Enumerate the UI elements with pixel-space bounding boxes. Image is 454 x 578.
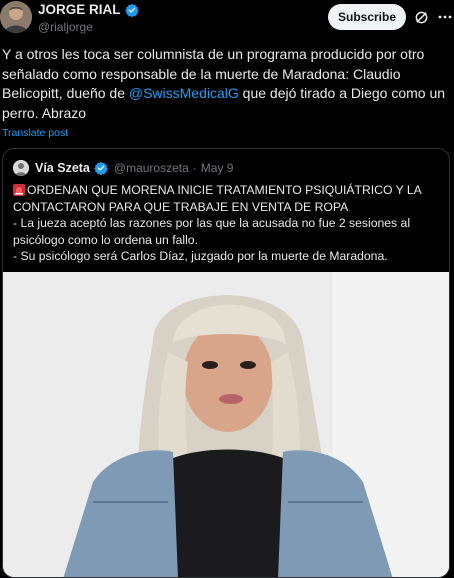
quoted-author-name[interactable]: Vía Szeta [35, 161, 90, 175]
translate-post-link[interactable]: Translate post [2, 127, 68, 139]
quoted-text-line-2: - La jueza aceptó las razones por las qu… [13, 216, 411, 231]
tweet-text: Y a otros les toca ser columnista de un … [2, 45, 448, 123]
separator-dot: · [192, 161, 197, 175]
quoted-post-photo[interactable] [3, 272, 449, 577]
quoted-text-line: ORDENAN QUE MORENA INICIE TRATAMIENTO PS… [13, 182, 443, 199]
quoted-author-avatar[interactable] [13, 160, 29, 176]
more-icon[interactable] [437, 9, 453, 25]
siren-icon [13, 184, 25, 196]
quoted-text-line-3: psicólogo como lo ordena un fallo. [13, 232, 198, 247]
quoted-tweet-header: Vía Szeta @mauroszeta · May 9 [13, 160, 233, 176]
quoted-post-date[interactable]: May 9 [201, 161, 234, 175]
quoted-author-handle[interactable]: @mauroszeta [114, 161, 189, 175]
verified-badge-icon [94, 161, 108, 175]
author-avatar[interactable] [0, 1, 32, 33]
tweet-header: JORGE RIAL @rialjorge Subscribe [0, 0, 454, 36]
quoted-tweet[interactable]: Vía Szeta @mauroszeta · May 9 ORDENAN QU… [2, 148, 450, 578]
author-handle[interactable]: @rialjorge [38, 20, 93, 34]
mention-link[interactable]: @SwissMedicalG [129, 85, 239, 101]
quoted-tweet-text: ORDENAN QUE MORENA INICIE TRATAMIENTO PS… [13, 182, 443, 265]
grok-icon[interactable] [414, 10, 429, 25]
quoted-text-line-0: ORDENAN QUE MORENA INICIE TRATAMIENTO PS… [27, 183, 422, 197]
quoted-text-line-1: CONTACTARON PARA QUE TRABAJE EN VENTA DE… [13, 199, 349, 214]
subscribe-button[interactable]: Subscribe [328, 4, 406, 30]
verified-badge-icon [124, 3, 139, 17]
quoted-text-line-4: - Su psicólogo será Carlos Díaz, juzgado… [13, 249, 388, 264]
author-name[interactable]: JORGE RIAL [38, 2, 121, 17]
